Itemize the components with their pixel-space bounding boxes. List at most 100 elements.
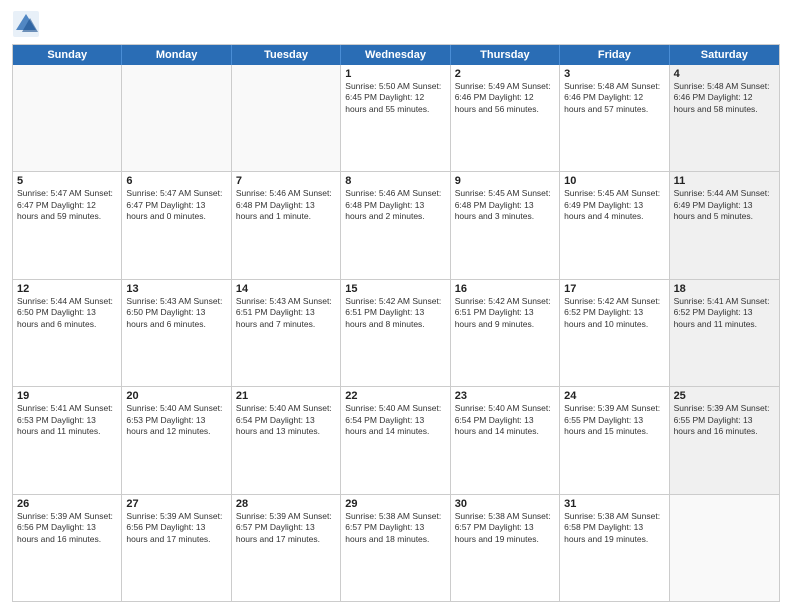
day-number: 10 <box>564 175 664 187</box>
cell-info: Sunrise: 5:44 AM Sunset: 6:49 PM Dayligh… <box>674 188 775 222</box>
cell-info: Sunrise: 5:39 AM Sunset: 6:56 PM Dayligh… <box>126 511 226 545</box>
day-number: 17 <box>564 283 664 295</box>
day-number: 29 <box>345 498 445 510</box>
day-number: 21 <box>236 390 336 402</box>
cell-info: Sunrise: 5:41 AM Sunset: 6:52 PM Dayligh… <box>674 296 775 330</box>
cell-info: Sunrise: 5:38 AM Sunset: 6:58 PM Dayligh… <box>564 511 664 545</box>
day-number: 24 <box>564 390 664 402</box>
cell-info: Sunrise: 5:43 AM Sunset: 6:51 PM Dayligh… <box>236 296 336 330</box>
day-number: 20 <box>126 390 226 402</box>
day-number: 28 <box>236 498 336 510</box>
day-number: 30 <box>455 498 555 510</box>
day-cell-15: 15Sunrise: 5:42 AM Sunset: 6:51 PM Dayli… <box>341 280 450 386</box>
calendar-header: SundayMondayTuesdayWednesdayThursdayFrid… <box>13 45 779 65</box>
day-number: 9 <box>455 175 555 187</box>
cell-info: Sunrise: 5:40 AM Sunset: 6:54 PM Dayligh… <box>236 403 336 437</box>
cell-info: Sunrise: 5:39 AM Sunset: 6:57 PM Dayligh… <box>236 511 336 545</box>
day-cell-22: 22Sunrise: 5:40 AM Sunset: 6:54 PM Dayli… <box>341 387 450 493</box>
cell-info: Sunrise: 5:42 AM Sunset: 6:52 PM Dayligh… <box>564 296 664 330</box>
day-number: 31 <box>564 498 664 510</box>
calendar-row-0: 1Sunrise: 5:50 AM Sunset: 6:45 PM Daylig… <box>13 65 779 171</box>
day-cell-17: 17Sunrise: 5:42 AM Sunset: 6:52 PM Dayli… <box>560 280 669 386</box>
day-header-thursday: Thursday <box>451 45 560 65</box>
day-cell-18: 18Sunrise: 5:41 AM Sunset: 6:52 PM Dayli… <box>670 280 779 386</box>
cell-info: Sunrise: 5:40 AM Sunset: 6:54 PM Dayligh… <box>345 403 445 437</box>
logo <box>12 10 44 38</box>
day-cell-16: 16Sunrise: 5:42 AM Sunset: 6:51 PM Dayli… <box>451 280 560 386</box>
day-cell-7: 7Sunrise: 5:46 AM Sunset: 6:48 PM Daylig… <box>232 172 341 278</box>
day-cell-12: 12Sunrise: 5:44 AM Sunset: 6:50 PM Dayli… <box>13 280 122 386</box>
day-cell-8: 8Sunrise: 5:46 AM Sunset: 6:48 PM Daylig… <box>341 172 450 278</box>
day-cell-24: 24Sunrise: 5:39 AM Sunset: 6:55 PM Dayli… <box>560 387 669 493</box>
day-cell-6: 6Sunrise: 5:47 AM Sunset: 6:47 PM Daylig… <box>122 172 231 278</box>
day-header-friday: Friday <box>560 45 669 65</box>
day-header-tuesday: Tuesday <box>232 45 341 65</box>
day-number: 7 <box>236 175 336 187</box>
day-header-saturday: Saturday <box>670 45 779 65</box>
day-number: 22 <box>345 390 445 402</box>
day-number: 1 <box>345 68 445 80</box>
day-cell-28: 28Sunrise: 5:39 AM Sunset: 6:57 PM Dayli… <box>232 495 341 601</box>
cell-info: Sunrise: 5:46 AM Sunset: 6:48 PM Dayligh… <box>345 188 445 222</box>
day-number: 23 <box>455 390 555 402</box>
day-cell-4: 4Sunrise: 5:48 AM Sunset: 6:46 PM Daylig… <box>670 65 779 171</box>
cell-info: Sunrise: 5:38 AM Sunset: 6:57 PM Dayligh… <box>455 511 555 545</box>
day-cell-29: 29Sunrise: 5:38 AM Sunset: 6:57 PM Dayli… <box>341 495 450 601</box>
cell-info: Sunrise: 5:48 AM Sunset: 6:46 PM Dayligh… <box>564 81 664 115</box>
logo-icon <box>12 10 40 38</box>
day-number: 15 <box>345 283 445 295</box>
day-number: 16 <box>455 283 555 295</box>
day-cell-5: 5Sunrise: 5:47 AM Sunset: 6:47 PM Daylig… <box>13 172 122 278</box>
cell-info: Sunrise: 5:49 AM Sunset: 6:46 PM Dayligh… <box>455 81 555 115</box>
cell-info: Sunrise: 5:40 AM Sunset: 6:54 PM Dayligh… <box>455 403 555 437</box>
day-number: 8 <box>345 175 445 187</box>
calendar-row-1: 5 Sunrise: 5:47 AM Sunset: 6:47 PM Daylig… <box>13 171 779 278</box>
day-cell-21: 21Sunrise: 5:40 AM Sunset: 6:54 PM Dayli… <box>232 387 341 493</box>
day-number: 3 <box>564 68 664 80</box>
cell-info: Sunrise: 5:50 AM Sunset: 6:45 PM Dayligh… <box>345 81 445 115</box>
cell-info: Sunrise: 5:47 AM Sunset: 6:47 PM Dayligh… <box>126 188 226 222</box>
cell-info: Sunrise: 5:39 AM Sunset: 6:56 PM Dayligh… <box>17 511 117 545</box>
day-header-wednesday: Wednesday <box>341 45 450 65</box>
cell-info: Sunrise: 5:48 AM Sunset: 6:46 PM Dayligh… <box>674 81 775 115</box>
cell-info: Sunrise: 5:45 AM Sunset: 6:48 PM Dayligh… <box>455 188 555 222</box>
day-number: 5 <box>17 175 117 187</box>
day-cell-26: 26Sunrise: 5:39 AM Sunset: 6:56 PM Dayli… <box>13 495 122 601</box>
cell-info: Sunrise: 5:42 AM Sunset: 6:51 PM Dayligh… <box>345 296 445 330</box>
cell-info: Sunrise: 5:38 AM Sunset: 6:57 PM Dayligh… <box>345 511 445 545</box>
day-number: 18 <box>674 283 775 295</box>
calendar-row-4: 26Sunrise: 5:39 AM Sunset: 6:56 PM Dayli… <box>13 494 779 601</box>
day-cell-23: 23Sunrise: 5:40 AM Sunset: 6:54 PM Dayli… <box>451 387 560 493</box>
day-cell-13: 13Sunrise: 5:43 AM Sunset: 6:50 PM Dayli… <box>122 280 231 386</box>
day-number: 25 <box>674 390 775 402</box>
day-number: 6 <box>126 175 226 187</box>
day-cell-14: 14Sunrise: 5:43 AM Sunset: 6:51 PM Dayli… <box>232 280 341 386</box>
header <box>12 10 780 38</box>
cell-info: Sunrise: 5:46 AM Sunset: 6:48 PM Dayligh… <box>236 188 336 222</box>
day-number: 4 <box>674 68 775 80</box>
day-cell-10: 10Sunrise: 5:45 AM Sunset: 6:49 PM Dayli… <box>560 172 669 278</box>
day-number: 11 <box>674 175 775 187</box>
day-cell-1: 1Sunrise: 5:50 AM Sunset: 6:45 PM Daylig… <box>341 65 450 171</box>
day-cell-2: 2Sunrise: 5:49 AM Sunset: 6:46 PM Daylig… <box>451 65 560 171</box>
day-number: 13 <box>126 283 226 295</box>
empty-cell-0-2 <box>232 65 341 171</box>
calendar-body: 1Sunrise: 5:50 AM Sunset: 6:45 PM Daylig… <box>13 65 779 601</box>
empty-cell-0-1 <box>122 65 231 171</box>
day-number: 14 <box>236 283 336 295</box>
cell-info: Sunrise: 5:42 AM Sunset: 6:51 PM Dayligh… <box>455 296 555 330</box>
day-cell-20: 20Sunrise: 5:40 AM Sunset: 6:53 PM Dayli… <box>122 387 231 493</box>
cell-info: Sunrise: 5:44 AM Sunset: 6:50 PM Dayligh… <box>17 296 117 330</box>
day-cell-9: 9Sunrise: 5:45 AM Sunset: 6:48 PM Daylig… <box>451 172 560 278</box>
day-number: 27 <box>126 498 226 510</box>
day-header-sunday: Sunday <box>13 45 122 65</box>
day-number: 12 <box>17 283 117 295</box>
cell-info: Sunrise: 5:41 AM Sunset: 6:53 PM Dayligh… <box>17 403 117 437</box>
calendar-row-2: 12Sunrise: 5:44 AM Sunset: 6:50 PM Dayli… <box>13 279 779 386</box>
day-cell-11: 11Sunrise: 5:44 AM Sunset: 6:49 PM Dayli… <box>670 172 779 278</box>
day-cell-25: 25Sunrise: 5:39 AM Sunset: 6:55 PM Dayli… <box>670 387 779 493</box>
cell-info: Sunrise: 5:43 AM Sunset: 6:50 PM Dayligh… <box>126 296 226 330</box>
cell-info: Sunrise: 5:40 AM Sunset: 6:53 PM Dayligh… <box>126 403 226 437</box>
day-cell-31: 31Sunrise: 5:38 AM Sunset: 6:58 PM Dayli… <box>560 495 669 601</box>
day-number: 19 <box>17 390 117 402</box>
